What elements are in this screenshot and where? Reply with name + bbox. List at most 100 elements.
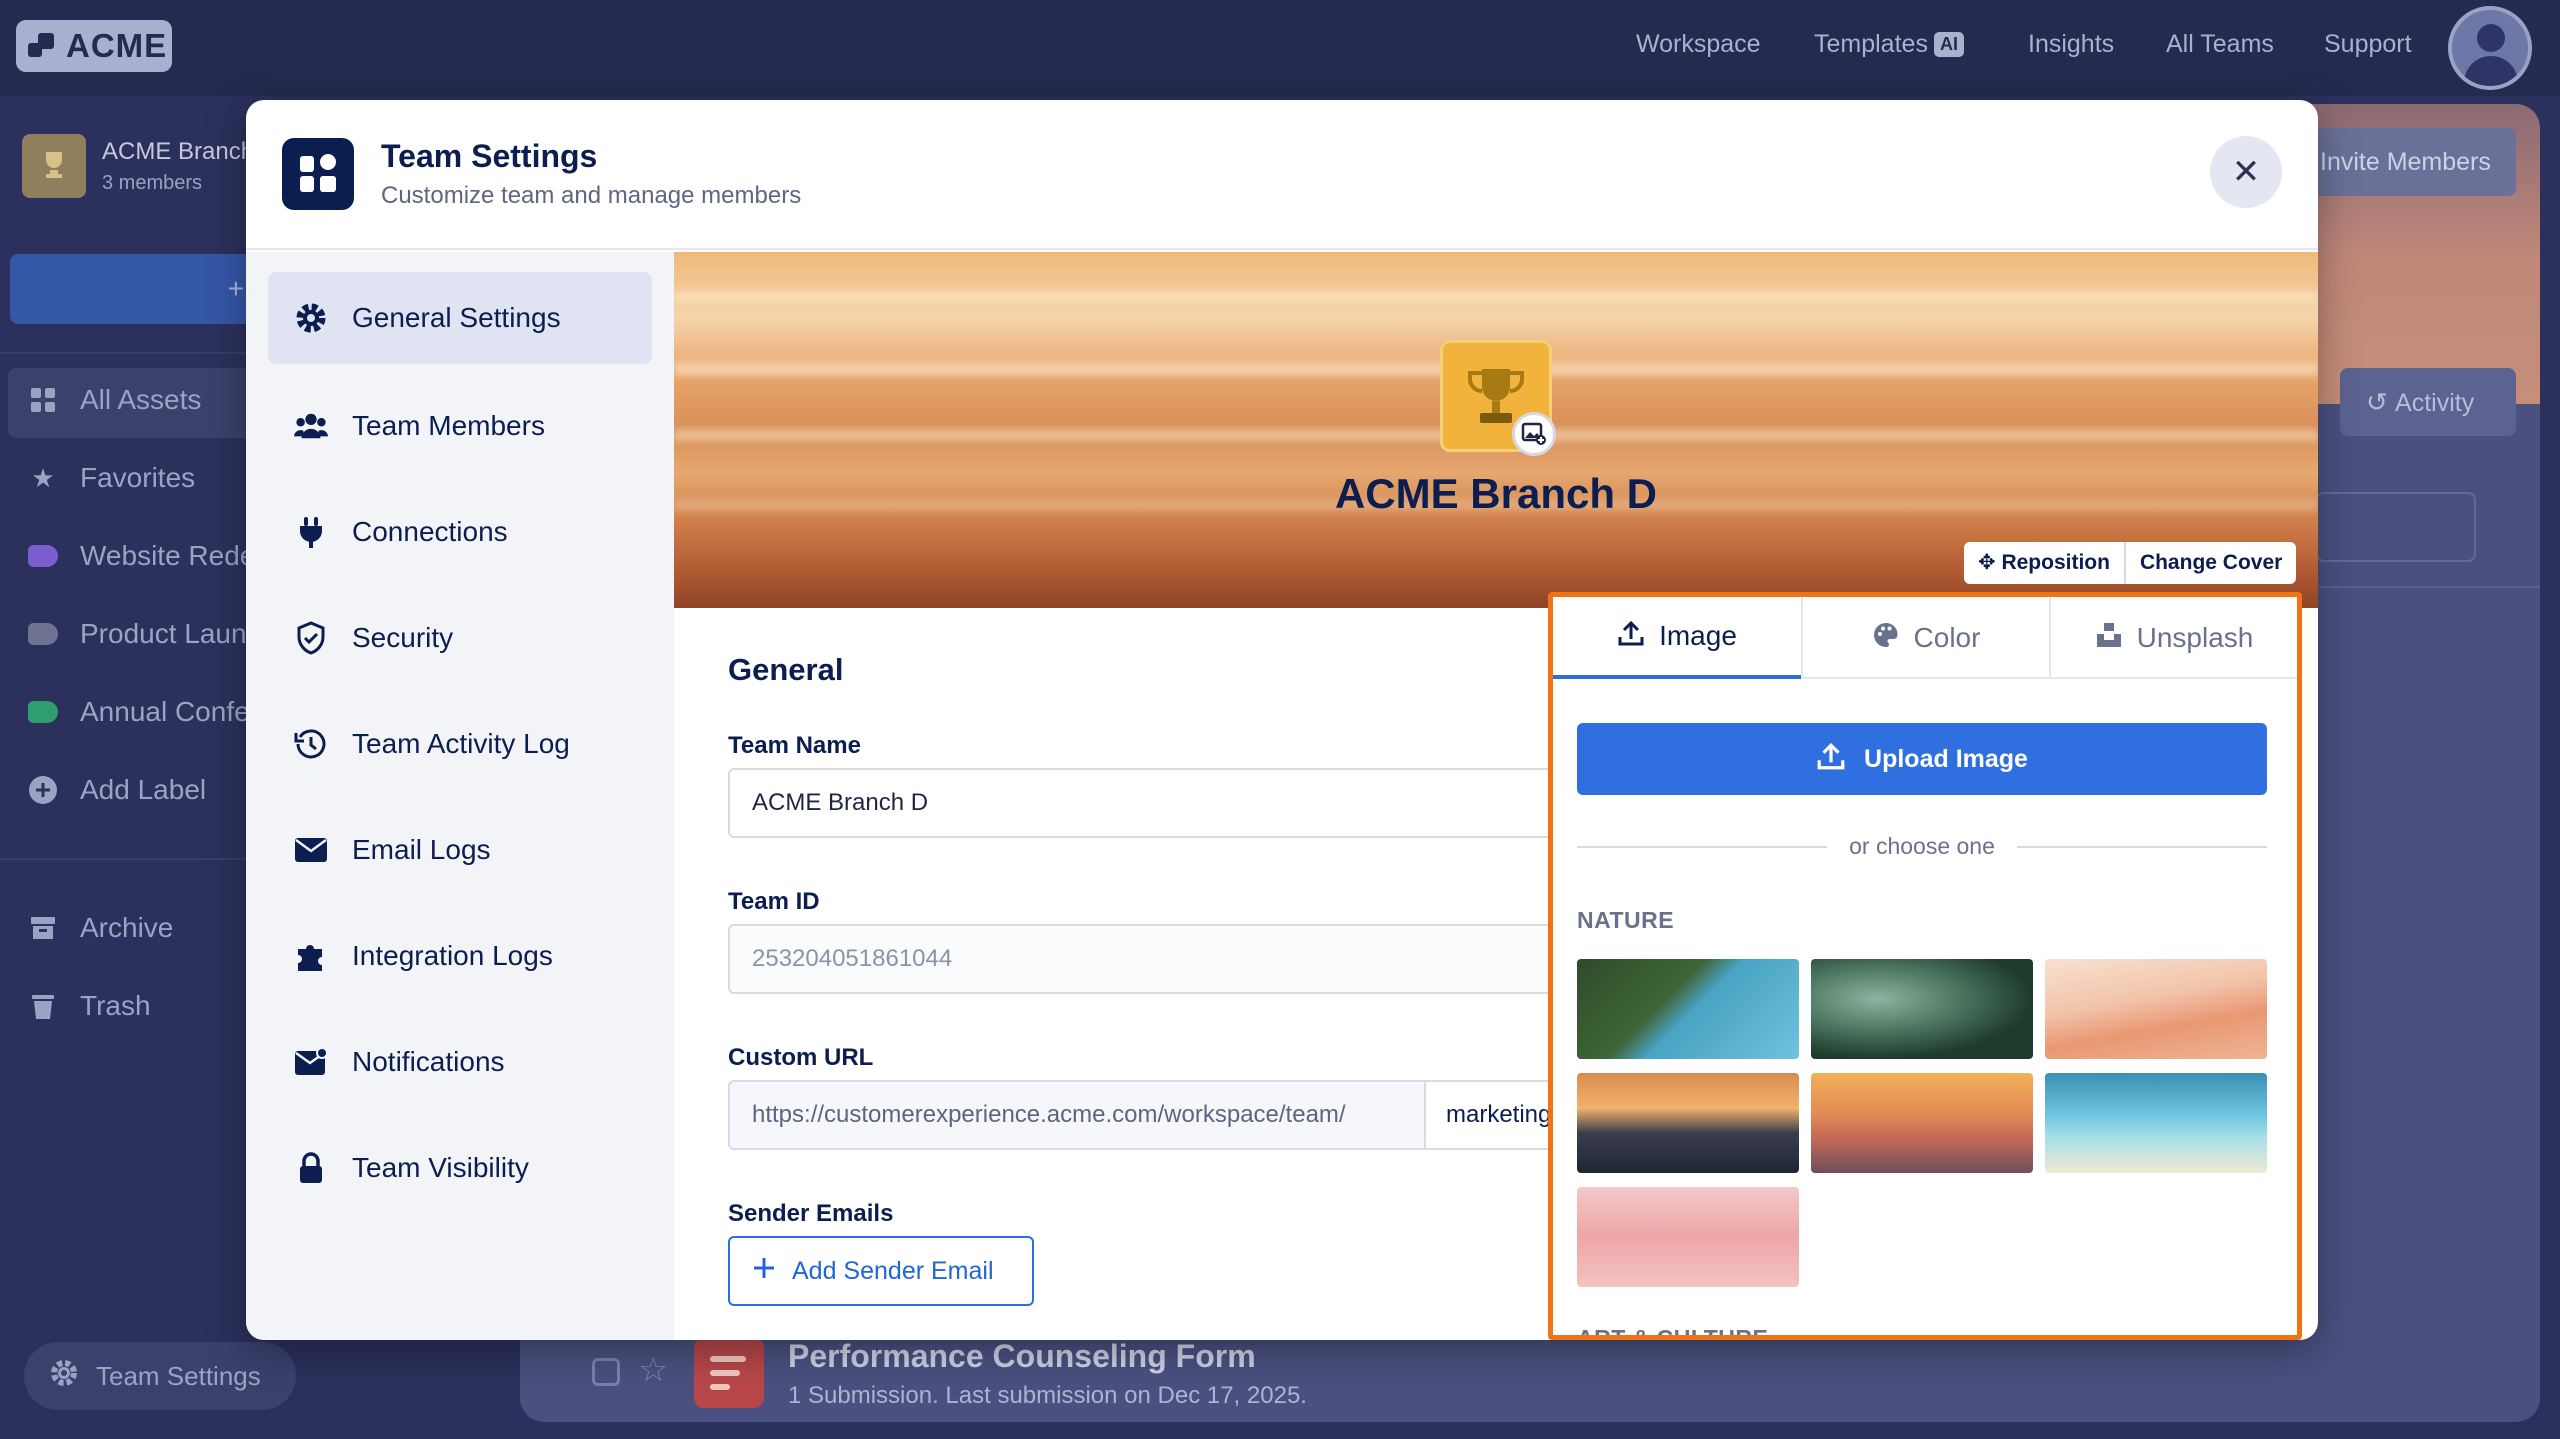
grid-icon — [28, 386, 58, 414]
modal-subtitle: Customize team and manage members — [381, 182, 802, 209]
tab-image[interactable]: Image — [1553, 597, 1801, 679]
envelope-icon — [294, 833, 328, 867]
lock-icon — [294, 1151, 328, 1185]
form-icon — [694, 1338, 764, 1408]
history-icon — [294, 727, 328, 761]
acme-logo[interactable]: ACME — [16, 20, 172, 72]
settings-nav-general[interactable]: General Settings — [268, 272, 652, 364]
unsplash-icon — [2095, 621, 2123, 656]
sidebar-item-label: Favorites — [80, 462, 196, 493]
cover-thumbnail-leaves[interactable] — [1811, 959, 2033, 1059]
reposition-button[interactable]: ✥ Reposition — [1964, 542, 2124, 584]
nav-insights[interactable]: Insights — [2028, 30, 2114, 59]
plug-icon — [294, 515, 328, 549]
settings-nav-security[interactable]: Security — [268, 592, 652, 684]
cover-thumbnail-desert[interactable] — [2045, 959, 2267, 1059]
category-art-culture-label: ART & CULTURE — [1577, 1325, 1769, 1340]
logo-text: ACME — [66, 27, 168, 64]
cover-thumbnail-aerial-coast[interactable] — [1577, 959, 1799, 1059]
form-subtitle: 1 Submission. Last submission on Dec 17,… — [788, 1382, 1307, 1409]
ai-badge: AI — [1933, 32, 1964, 57]
top-bar: ACME Workspace Templates AI Insights All … — [0, 0, 2560, 96]
upload-image-button[interactable]: Upload Image — [1577, 723, 2267, 795]
cover-cloud-streak — [674, 292, 2318, 302]
settings-nav-label: Team Members — [352, 410, 545, 441]
add-sender-email-button[interactable]: Add Sender Email — [728, 1236, 1034, 1306]
workspace-divider — [2316, 586, 2540, 588]
plus-icon — [752, 1256, 776, 1287]
sidebar-item-add-label[interactable]: Add Label — [28, 774, 206, 806]
settings-nav-team-activity-log[interactable]: Team Activity Log — [268, 698, 652, 790]
change-cover-button[interactable]: Change Cover — [2123, 542, 2296, 584]
nav-support[interactable]: Support — [2324, 30, 2412, 59]
image-plus-icon — [1521, 422, 1546, 445]
sidebar-item-label: Trash — [80, 990, 151, 1021]
settings-nav-label: Team Visibility — [352, 1152, 529, 1183]
nav-templates[interactable]: Templates AI — [1814, 30, 1964, 59]
tab-image-label: Image — [1659, 620, 1737, 651]
team-settings-button[interactable]: Team Settings — [24, 1342, 296, 1410]
tab-color[interactable]: Color — [1801, 597, 2049, 679]
team-settings-icon — [282, 138, 354, 210]
cover-picker-popover: Image Color Unsplash Upload Image or cho… — [1548, 592, 2302, 1340]
activity-button[interactable]: ↺ Activity — [2340, 368, 2516, 436]
palette-icon — [1872, 621, 1900, 656]
settings-nav-integration-logs[interactable]: Integration Logs — [268, 910, 652, 1002]
cover-team-name: ACME Branch D — [1334, 470, 1658, 517]
or-choose-divider: or choose one — [1577, 831, 2267, 861]
cover-thumbnail-sunset-lake[interactable] — [1577, 1073, 1799, 1173]
modal-title: Team Settings — [381, 138, 598, 174]
star-icon: ★ — [31, 462, 55, 493]
settings-nav-connections[interactable]: Connections — [268, 486, 652, 578]
nav-workspace[interactable]: Workspace — [1636, 30, 1761, 59]
list-item[interactable]: ☆ Performance Counseling Form 1 Submissi… — [520, 1326, 2540, 1420]
change-avatar-button[interactable] — [1512, 412, 1556, 456]
cover-thumbnail-tropical-beach[interactable] — [2045, 1073, 2267, 1173]
sidebar-item-label: All Assets — [80, 384, 202, 415]
label-icon — [28, 701, 58, 723]
user-avatar[interactable] — [2448, 6, 2532, 90]
close-button[interactable]: ✕ — [2210, 136, 2282, 208]
sidebar-item-product-launch[interactable]: Product Launch — [28, 618, 276, 650]
nav-templates-label: Templates — [1814, 30, 1928, 58]
settings-nav-email-logs[interactable]: Email Logs — [268, 804, 652, 896]
settings-nav-team-visibility[interactable]: Team Visibility — [268, 1122, 652, 1214]
sender-emails-label: Sender Emails — [728, 1200, 894, 1227]
team-settings-label: Team Settings — [96, 1360, 261, 1391]
label-icon — [28, 623, 58, 645]
settings-nav-label: Integration Logs — [352, 940, 553, 971]
invite-members-button[interactable]: Invite Members — [2300, 128, 2516, 196]
logo-mark-icon — [26, 29, 60, 63]
nav-all-teams[interactable]: All Teams — [2166, 30, 2274, 59]
settings-nav-notifications[interactable]: Notifications — [268, 1016, 652, 1108]
sidebar-item-all-assets[interactable]: All Assets — [28, 384, 201, 416]
avatar-head-icon — [2477, 24, 2505, 52]
form-title[interactable]: Performance Counseling Form — [788, 1338, 1256, 1375]
sidebar-item-archive[interactable]: Archive — [28, 912, 173, 944]
star-icon[interactable]: ☆ — [638, 1350, 668, 1390]
or-choose-label: or choose one — [1835, 833, 2009, 859]
move-icon: ✥ — [1978, 551, 2002, 574]
settings-nav-label: General Settings — [352, 302, 561, 333]
cover-picker-tabs: Image Color Unsplash — [1553, 597, 2297, 679]
mail-notification-icon — [294, 1045, 328, 1079]
avatar-body-icon — [2464, 56, 2518, 86]
reposition-label: Reposition — [2001, 551, 2110, 574]
category-nature-label: NATURE — [1577, 907, 1675, 933]
workspace-search-box[interactable] — [2316, 492, 2476, 562]
settings-nav-team-members[interactable]: Team Members — [268, 380, 652, 472]
tab-unsplash[interactable]: Unsplash — [2049, 597, 2297, 679]
users-icon — [294, 409, 328, 443]
custom-url-prefix: https://customerexperience.acme.com/work… — [728, 1080, 1424, 1150]
sidebar-item-favorites[interactable]: ★ Favorites — [28, 462, 195, 494]
plus-circle-icon — [28, 775, 58, 805]
settings-nav-label: Notifications — [352, 1046, 505, 1077]
sidebar-item-trash[interactable]: Trash — [28, 990, 151, 1022]
sidebar-divider — [0, 352, 250, 354]
settings-nav-label: Connections — [352, 516, 508, 547]
row-checkbox[interactable] — [592, 1358, 620, 1386]
cover-thumbnail-pink-hills[interactable] — [1577, 1187, 1799, 1287]
cover-thumbnail-mountain-haze[interactable] — [1811, 1073, 2033, 1173]
tab-color-label: Color — [1913, 622, 1981, 653]
history-icon: ↺ — [2366, 387, 2396, 417]
